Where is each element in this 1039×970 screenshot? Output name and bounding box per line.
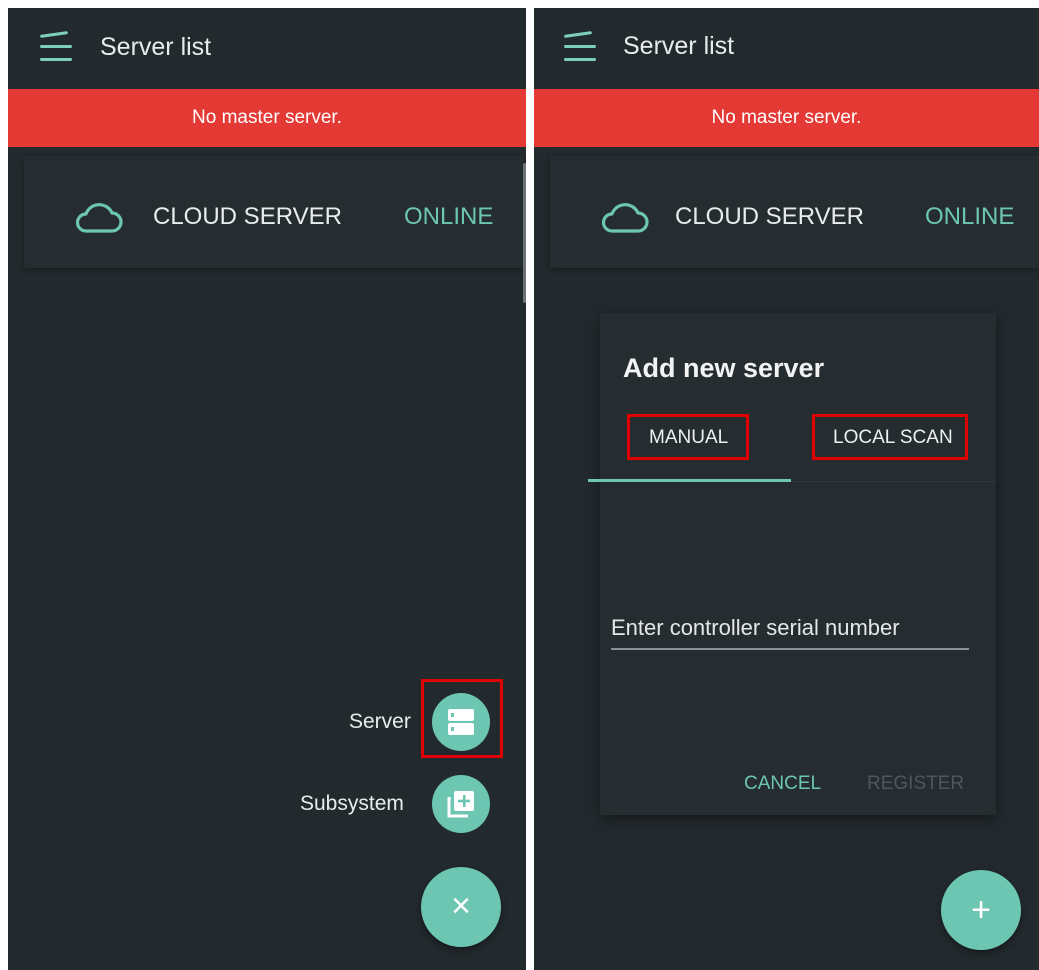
page-title: Server list: [623, 32, 735, 60]
close-fab-button[interactable]: ×: [421, 867, 501, 947]
dialog-title: Add new server: [623, 353, 825, 383]
app-bar: Server list: [534, 8, 1039, 89]
highlight-server: [421, 679, 503, 758]
tab-selected-indicator: [588, 479, 791, 482]
highlight-local-scan: [812, 414, 968, 460]
cloud-icon: [75, 203, 123, 233]
cancel-button[interactable]: CANCEL: [744, 773, 821, 795]
left-screen: Server list No master server. CLOUD SERV…: [8, 8, 526, 970]
right-screen: Server list No master server. CLOUD SERV…: [534, 8, 1039, 970]
speed-dial-server-label[interactable]: Server: [345, 708, 415, 736]
highlight-manual: [627, 414, 749, 460]
server-card-cloud[interactable]: CLOUD SERVER ONLINE: [550, 156, 1039, 268]
menu-icon[interactable]: [39, 31, 72, 63]
server-name: CLOUD SERVER: [153, 203, 342, 230]
scrollbar: [523, 163, 526, 303]
close-icon: ×: [451, 887, 471, 925]
page-title: Server list: [100, 33, 212, 61]
plus-icon: +: [971, 891, 991, 929]
no-master-banner: No master server.: [534, 89, 1039, 147]
add-fab-button[interactable]: +: [941, 870, 1021, 950]
server-card-cloud[interactable]: CLOUD SERVER ONLINE: [24, 156, 524, 268]
add-to-library-icon: [447, 791, 474, 818]
no-master-banner: No master server.: [8, 89, 526, 147]
menu-icon[interactable]: [563, 31, 596, 63]
cloud-icon: [601, 203, 649, 233]
serial-number-input[interactable]: [611, 608, 969, 650]
add-subsystem-button[interactable]: [432, 775, 490, 833]
speed-dial-subsystem-label[interactable]: Subsystem: [296, 790, 408, 818]
server-name: CLOUD SERVER: [675, 203, 864, 230]
register-button[interactable]: REGISTER: [867, 773, 964, 795]
add-server-dialog: Add new server MANUAL LOCAL SCAN CANCEL …: [588, 313, 996, 815]
app-bar: Server list: [8, 8, 526, 89]
server-status: ONLINE: [925, 203, 1015, 230]
server-status: ONLINE: [404, 203, 494, 230]
